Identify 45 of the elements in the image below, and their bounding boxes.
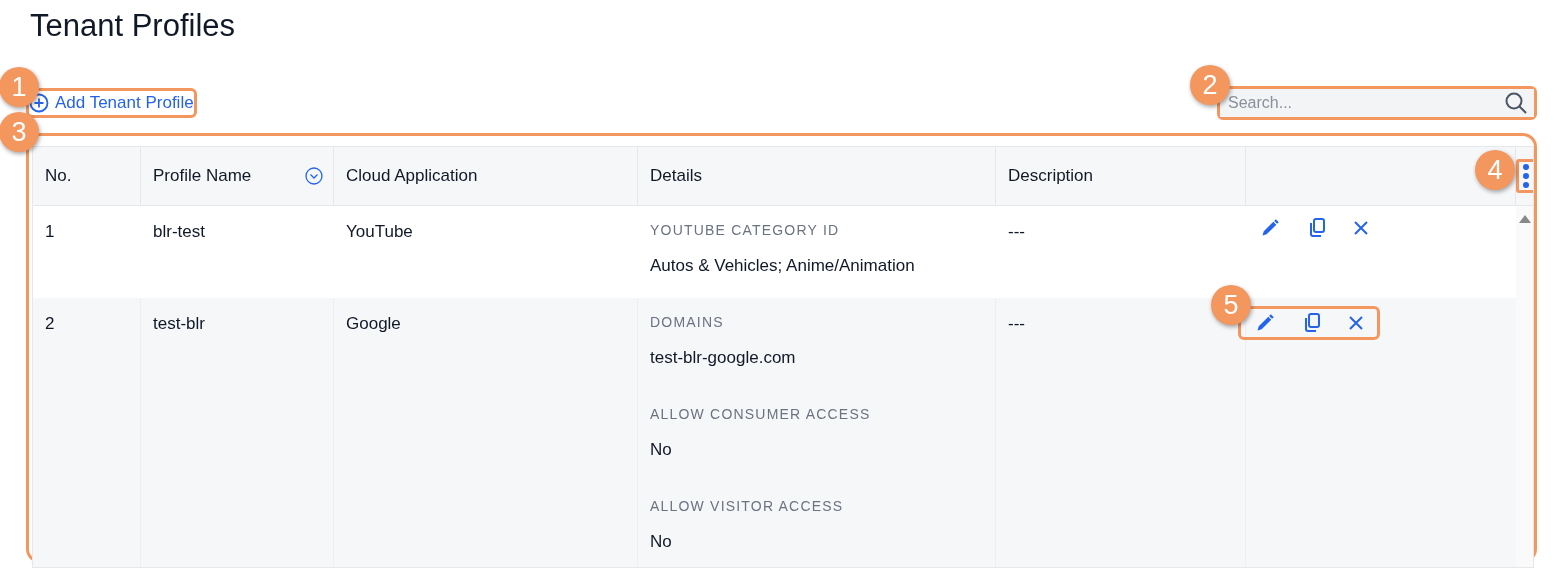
- scroll-up-icon[interactable]: [1517, 214, 1532, 224]
- callout-badge: 4: [1475, 150, 1515, 190]
- table-cell: blr-test: [153, 222, 205, 241]
- detail-label: YOUTUBE CATEGORY ID: [650, 222, 841, 238]
- column-header: Description: [1008, 166, 1094, 186]
- table-cell: 2: [45, 314, 55, 333]
- delete-button[interactable]: [1349, 316, 1363, 330]
- search-icon: [1504, 91, 1528, 115]
- copy-icon: [1308, 218, 1326, 238]
- detail-label: ALLOW CONSUMER ACCESS: [650, 406, 872, 422]
- detail-label: ALLOW VISITOR ACCESS: [650, 498, 845, 514]
- edit-button[interactable]: [1260, 218, 1280, 238]
- plus-circle-icon: [29, 93, 49, 113]
- pencil-icon: [1260, 218, 1280, 238]
- table-cell: Google: [346, 314, 401, 333]
- edit-button[interactable]: [1255, 313, 1275, 333]
- table-cell: YouTube: [346, 222, 413, 241]
- table-cell: test-blr: [153, 314, 205, 333]
- copy-button[interactable]: [1303, 313, 1321, 333]
- copy-button[interactable]: [1308, 218, 1326, 238]
- table-cell: ---: [1008, 314, 1025, 333]
- callout-badge: 5: [1211, 285, 1251, 325]
- column-header: No.: [45, 166, 72, 186]
- detail-value: No: [650, 440, 673, 460]
- column-header: Details: [650, 166, 702, 186]
- pencil-icon: [1255, 313, 1275, 333]
- column-header: Cloud Application: [346, 166, 478, 186]
- detail-value: test-blr-google.com: [650, 348, 797, 368]
- table-cell: ---: [1008, 222, 1025, 241]
- sort-icon[interactable]: [305, 167, 323, 185]
- callout-badge: 3: [0, 112, 39, 152]
- callout-badge: 2: [1190, 65, 1230, 105]
- page-title: Tenant Profiles: [30, 8, 237, 44]
- column-header: Profile Name: [153, 166, 252, 186]
- callout-badge: 1: [0, 67, 39, 107]
- search-field[interactable]: Search...: [1220, 89, 1534, 117]
- table-cell: 1: [45, 222, 55, 241]
- delete-button[interactable]: [1354, 221, 1368, 235]
- close-icon: [1349, 316, 1363, 330]
- close-icon: [1354, 221, 1368, 235]
- detail-value: Autos & Vehicles; Anime/Animation: [650, 256, 916, 276]
- copy-icon: [1303, 313, 1321, 333]
- detail-label: DOMAINS: [650, 314, 725, 330]
- add-tenant-profile-link[interactable]: Add Tenant Profile: [29, 91, 194, 115]
- detail-value: No: [650, 532, 673, 552]
